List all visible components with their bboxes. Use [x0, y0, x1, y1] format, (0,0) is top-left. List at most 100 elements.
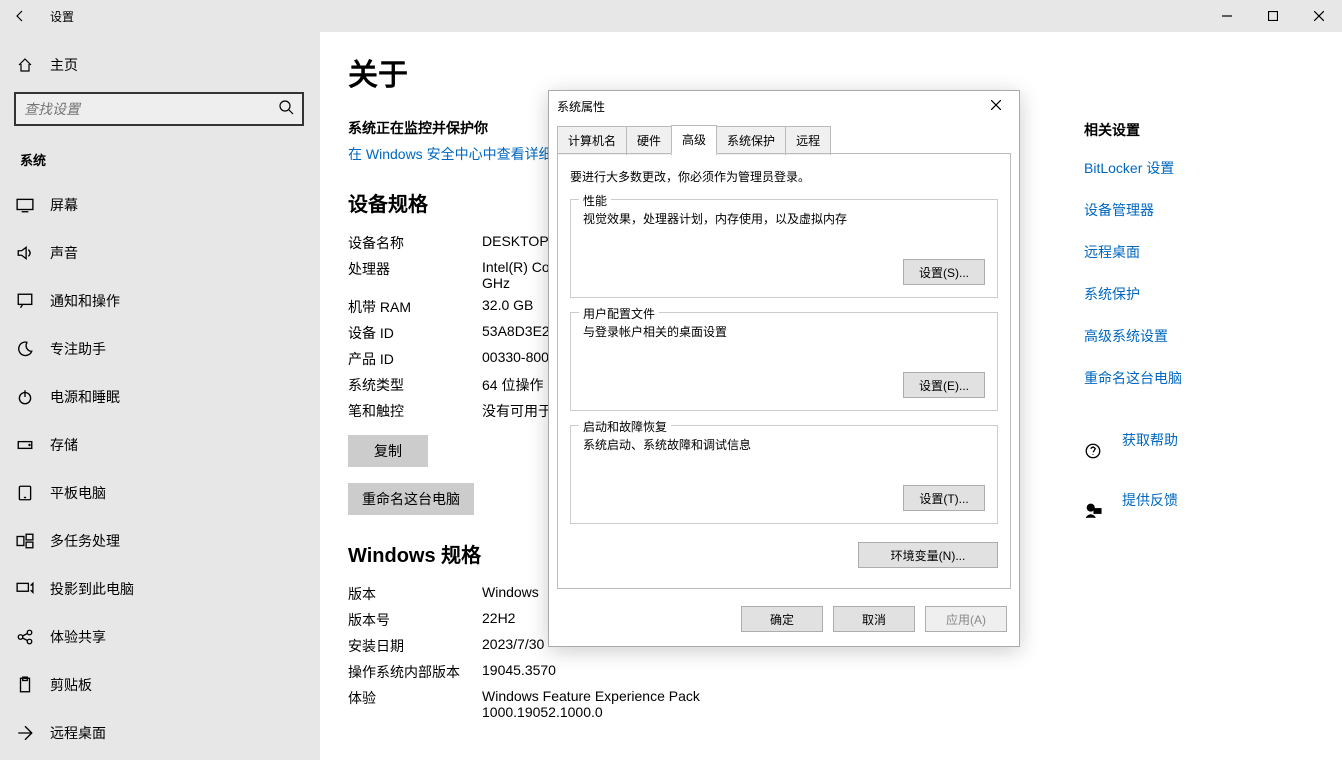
- startup-recovery-desc: 系统启动、系统故障和调试信息: [583, 436, 985, 453]
- help-icon: [1084, 442, 1104, 460]
- nav-shared[interactable]: 体验共享: [0, 613, 320, 661]
- back-button[interactable]: [0, 0, 40, 32]
- ok-button[interactable]: 确定: [741, 606, 823, 632]
- link-rename-pc[interactable]: 重命名这台电脑: [1084, 368, 1314, 388]
- window-title: 设置: [50, 8, 74, 25]
- spec-key: 设备名称: [348, 233, 482, 253]
- close-button[interactable]: [1296, 0, 1342, 32]
- titlebar: 设置: [0, 0, 1342, 32]
- copy-button[interactable]: 复制: [348, 435, 428, 467]
- nav-label: 剪贴板: [50, 675, 92, 695]
- nav-clipboard[interactable]: 剪贴板: [0, 661, 320, 709]
- performance-settings-button[interactable]: 设置(S)...: [903, 259, 985, 285]
- give-feedback-label: 提供反馈: [1122, 490, 1178, 510]
- link-system-protection[interactable]: 系统保护: [1084, 284, 1314, 304]
- nav-label: 屏幕: [50, 195, 78, 215]
- nav-home-label: 主页: [50, 55, 78, 75]
- nav-label: 通知和操作: [50, 291, 120, 311]
- spec-row: 体验Windows Feature Experience Pack 1000.1…: [348, 688, 1314, 720]
- spec-value: 19045.3570: [482, 662, 1314, 682]
- notification-icon: [16, 292, 34, 310]
- link-advanced-system[interactable]: 高级系统设置: [1084, 326, 1314, 346]
- performance-legend: 性能: [579, 192, 611, 209]
- nav-home[interactable]: 主页: [0, 46, 320, 84]
- nav-tablet[interactable]: 平板电脑: [0, 469, 320, 517]
- nav-display[interactable]: 屏幕: [0, 181, 320, 229]
- tab-advanced[interactable]: 高级: [671, 125, 717, 154]
- nav-focus[interactable]: 专注助手: [0, 325, 320, 373]
- user-profile-group: 用户配置文件 与登录帐户相关的桌面设置 设置(E)...: [570, 312, 998, 411]
- tab-computer-name[interactable]: 计算机名: [557, 126, 627, 155]
- apply-button[interactable]: 应用(A): [925, 606, 1007, 632]
- sidebar-section-label: 系统: [0, 142, 320, 181]
- page-title: 关于: [348, 50, 1314, 94]
- link-device-manager[interactable]: 设备管理器: [1084, 200, 1314, 220]
- nav-storage[interactable]: 存储: [0, 421, 320, 469]
- search-box[interactable]: [14, 92, 304, 126]
- get-help-label: 获取帮助: [1122, 430, 1178, 450]
- nav-notifications[interactable]: 通知和操作: [0, 277, 320, 325]
- user-profile-legend: 用户配置文件: [579, 305, 659, 322]
- search-input[interactable]: [24, 101, 278, 117]
- remote-icon: [16, 724, 34, 742]
- spec-key: 版本号: [348, 610, 482, 630]
- startup-recovery-settings-button[interactable]: 设置(T)...: [903, 485, 985, 511]
- spec-key: 笔和触控: [348, 401, 482, 421]
- dialog-tabs: 计算机名 硬件 高级 系统保护 远程: [549, 121, 1019, 154]
- spec-key: 设备 ID: [348, 323, 482, 343]
- rename-pc-button[interactable]: 重命名这台电脑: [348, 483, 474, 515]
- search-icon: [278, 99, 294, 120]
- multitask-icon: [16, 532, 34, 550]
- spec-key: 安装日期: [348, 636, 482, 656]
- startup-recovery-legend: 启动和故障恢复: [579, 418, 671, 435]
- dialog-titlebar: 系统属性: [549, 91, 1019, 121]
- nav-label: 多任务处理: [50, 531, 120, 551]
- project-icon: [16, 580, 34, 598]
- sidebar: 主页 系统 屏幕 声音 通知和操作 专注助手 电源和睡眠 存储 平板电脑 多任务…: [0, 32, 320, 760]
- user-profile-desc: 与登录帐户相关的桌面设置: [583, 323, 985, 340]
- get-help[interactable]: 获取帮助: [1084, 430, 1314, 472]
- dialog-title: 系统属性: [557, 98, 605, 115]
- give-feedback[interactable]: 提供反馈: [1084, 490, 1314, 532]
- spec-row: 操作系统内部版本19045.3570: [348, 662, 1314, 682]
- link-remote-desktop[interactable]: 远程桌面: [1084, 242, 1314, 262]
- tab-system-protection[interactable]: 系统保护: [716, 126, 786, 155]
- spec-key: 系统类型: [348, 375, 482, 395]
- nav-label: 平板电脑: [50, 483, 106, 503]
- related-settings-header: 相关设置: [1084, 120, 1314, 140]
- performance-desc: 视觉效果，处理器计划，内存使用，以及虚拟内存: [583, 210, 985, 227]
- environment-variables-button[interactable]: 环境变量(N)...: [858, 542, 998, 568]
- sound-icon: [16, 244, 34, 262]
- maximize-button[interactable]: [1250, 0, 1296, 32]
- spec-key: 处理器: [348, 259, 482, 291]
- nav-label: 存储: [50, 435, 78, 455]
- nav-label: 体验共享: [50, 627, 106, 647]
- moon-icon: [16, 340, 34, 358]
- nav-label: 专注助手: [50, 339, 106, 359]
- tab-remote[interactable]: 远程: [785, 126, 831, 155]
- spec-key: 机带 RAM: [348, 297, 482, 317]
- nav-remote[interactable]: 远程桌面: [0, 709, 320, 757]
- nav-label: 远程桌面: [50, 723, 106, 743]
- dialog-close-button[interactable]: [981, 99, 1011, 113]
- link-bitlocker[interactable]: BitLocker 设置: [1084, 158, 1314, 178]
- cancel-button[interactable]: 取消: [833, 606, 915, 632]
- nav-label: 投影到此电脑: [50, 579, 134, 599]
- nav-power[interactable]: 电源和睡眠: [0, 373, 320, 421]
- spec-key: 体验: [348, 688, 482, 720]
- feedback-icon: [1084, 502, 1104, 520]
- minimize-button[interactable]: [1204, 0, 1250, 32]
- spec-key: 操作系统内部版本: [348, 662, 482, 682]
- power-icon: [16, 388, 34, 406]
- dialog-body: 要进行大多数更改，你必须作为管理员登录。 性能 视觉效果，处理器计划，内存使用，…: [557, 153, 1011, 589]
- tab-hardware[interactable]: 硬件: [626, 126, 672, 155]
- display-icon: [16, 196, 34, 214]
- spec-key: 产品 ID: [348, 349, 482, 369]
- user-profile-settings-button[interactable]: 设置(E)...: [903, 372, 985, 398]
- home-icon: [16, 57, 34, 73]
- nav-sound[interactable]: 声音: [0, 229, 320, 277]
- nav-list: 屏幕 声音 通知和操作 专注助手 电源和睡眠 存储 平板电脑 多任务处理 投影到…: [0, 181, 320, 757]
- storage-icon: [16, 436, 34, 454]
- nav-project[interactable]: 投影到此电脑: [0, 565, 320, 613]
- nav-multitask[interactable]: 多任务处理: [0, 517, 320, 565]
